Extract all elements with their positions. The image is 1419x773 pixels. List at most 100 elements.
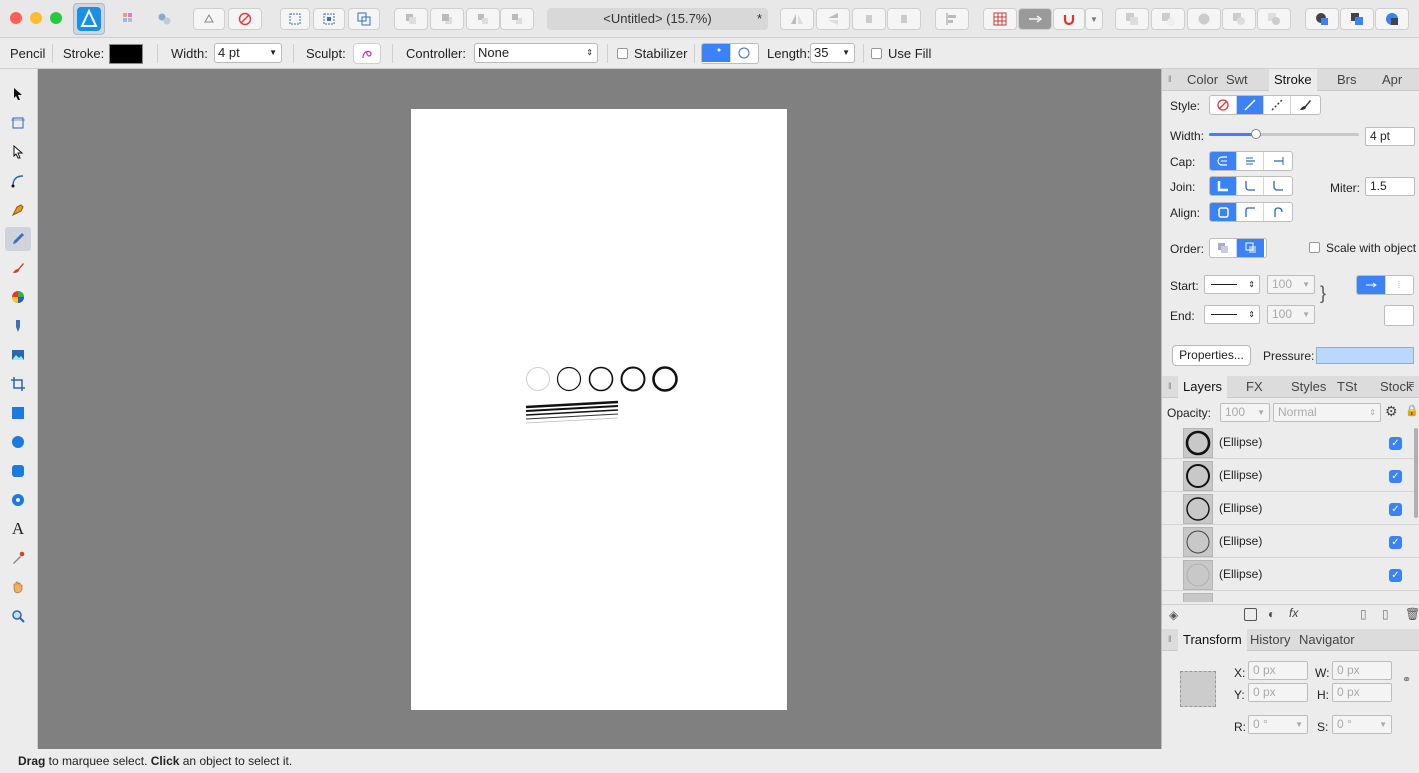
- rope-mode-icon[interactable]: [702, 44, 731, 62]
- boolean-divide-button[interactable]: [1257, 8, 1291, 30]
- crop-tool[interactable]: [5, 372, 31, 396]
- visibility-checkbox[interactable]: ✓: [1389, 569, 1402, 582]
- close-window-button[interactable]: [10, 12, 22, 24]
- length-dropdown[interactable]: 35 ▼: [810, 43, 855, 63]
- drag-handle-icon[interactable]: ‖: [1168, 634, 1172, 644]
- tab-transform[interactable]: Transform: [1178, 629, 1247, 651]
- document-title-tab[interactable]: <Untitled> (15.7%) *: [547, 8, 768, 30]
- ellipse-shape[interactable]: [620, 366, 646, 392]
- add-group-icon[interactable]: ▯: [1382, 607, 1389, 621]
- shape-tool[interactable]: [5, 488, 31, 512]
- drag-handle-icon[interactable]: ‖: [1168, 381, 1172, 391]
- stroke-color-swatch[interactable]: [109, 44, 143, 64]
- square-cap-icon[interactable]: [1264, 152, 1291, 170]
- place-image-tool[interactable]: [5, 343, 31, 367]
- node-tool[interactable]: [5, 140, 31, 164]
- tab-text-styles[interactable]: TSt: [1332, 376, 1362, 398]
- no-stroke-icon[interactable]: [1210, 96, 1237, 114]
- dashed-line-icon[interactable]: [1264, 96, 1291, 114]
- canvas-area[interactable]: [38, 69, 1161, 749]
- stroke-front-icon[interactable]: [1237, 239, 1264, 257]
- layer-row[interactable]: [1162, 591, 1419, 602]
- flip-horizontal-button[interactable]: [780, 8, 814, 30]
- ellipse-shape[interactable]: [556, 366, 582, 392]
- tab-layers[interactable]: Layers: [1178, 376, 1228, 398]
- width-slider-knob[interactable]: [1250, 129, 1261, 139]
- mask-icon[interactable]: [1244, 608, 1257, 621]
- pixel-persona-button[interactable]: [117, 8, 141, 30]
- insert-behind-button[interactable]: [1340, 8, 1374, 30]
- boolean-add-button[interactable]: [1115, 8, 1149, 30]
- width-slider[interactable]: [1209, 129, 1359, 139]
- ellipse-shape[interactable]: [526, 367, 550, 391]
- layer-row[interactable]: (Ellipse) ✓: [1162, 558, 1419, 591]
- properties-button[interactable]: Properties...: [1172, 345, 1251, 366]
- tab-color[interactable]: Color: [1182, 69, 1223, 91]
- layer-stack-icon[interactable]: ◈: [1169, 608, 1178, 622]
- boolean-intersect-button[interactable]: [1187, 8, 1221, 30]
- rotate-left-button[interactable]: [852, 8, 886, 30]
- visibility-checkbox[interactable]: ✓: [1389, 437, 1402, 450]
- pressure-graph[interactable]: [1316, 347, 1414, 364]
- width-field[interactable]: 4 pt: [1365, 127, 1415, 146]
- stroke-style-toggle[interactable]: [1209, 95, 1321, 115]
- layer-row[interactable]: (Ellipse) ✓: [1162, 525, 1419, 558]
- transparency-tool[interactable]: [5, 314, 31, 338]
- drag-handle-icon[interactable]: ‖: [1168, 74, 1172, 84]
- end-arrowhead-select[interactable]: ⇕: [1204, 305, 1260, 324]
- artboard-tool[interactable]: [5, 111, 31, 135]
- h-field[interactable]: 0 px: [1332, 683, 1392, 702]
- controller-dropdown[interactable]: None ⇕: [474, 43, 598, 63]
- tab-brushes[interactable]: Brs: [1332, 69, 1362, 91]
- miter-field[interactable]: 1.5: [1365, 177, 1415, 196]
- fx-icon[interactable]: fx: [1289, 606, 1298, 620]
- tab-swatches[interactable]: Swt: [1221, 69, 1253, 91]
- sculpt-button[interactable]: [353, 43, 381, 64]
- align-center-icon[interactable]: [1237, 203, 1264, 221]
- width-dropdown[interactable]: 4 pt ▼: [214, 43, 282, 63]
- corner-tool[interactable]: [5, 169, 31, 193]
- join-toggle[interactable]: [1209, 176, 1293, 196]
- stroke-align-toggle[interactable]: [1209, 202, 1293, 222]
- start-size-field[interactable]: 100 ▼: [1267, 275, 1315, 294]
- tab-styles[interactable]: Styles: [1286, 376, 1331, 398]
- rounded-rectangle-tool[interactable]: [5, 459, 31, 483]
- end-size-field[interactable]: 100 ▼: [1267, 305, 1315, 324]
- zoom-tool[interactable]: [5, 604, 31, 628]
- w-field[interactable]: 0 px: [1332, 661, 1392, 680]
- x-field[interactable]: 0 px: [1248, 661, 1308, 680]
- gear-icon[interactable]: ⚙: [1385, 403, 1398, 420]
- layer-row[interactable]: (Ellipse) ✓: [1162, 459, 1419, 492]
- boolean-subtract-button[interactable]: [1151, 8, 1185, 30]
- solid-line-icon[interactable]: [1237, 96, 1264, 114]
- flip-vertical-button[interactable]: [816, 8, 850, 30]
- arrow-inside-icon[interactable]: [1386, 276, 1414, 294]
- order-toggle[interactable]: [1209, 238, 1267, 258]
- ellipse-tool[interactable]: [5, 430, 31, 454]
- visibility-checkbox[interactable]: ✓: [1389, 503, 1402, 516]
- color-picker-tool[interactable]: [5, 546, 31, 570]
- boolean-xor-button[interactable]: [1222, 8, 1256, 30]
- link-icon[interactable]: ⚭: [1402, 673, 1411, 686]
- fill-tool[interactable]: [5, 285, 31, 309]
- trash-icon[interactable]: 🗑: [1405, 607, 1419, 621]
- export-persona-button[interactable]: [152, 8, 176, 30]
- move-to-back-button[interactable]: [466, 8, 500, 30]
- butt-cap-icon[interactable]: [1237, 152, 1264, 170]
- stabilizer-mode-toggle[interactable]: [701, 43, 759, 64]
- snap-to-grid-button[interactable]: [983, 8, 1017, 30]
- tab-navigator[interactable]: Navigator: [1294, 629, 1360, 651]
- start-arrowhead-select[interactable]: ⇕: [1204, 275, 1260, 294]
- minimize-window-button[interactable]: [30, 12, 42, 24]
- lock-icon[interactable]: 🔒: [1405, 404, 1419, 417]
- document-page[interactable]: [411, 109, 787, 710]
- anchor-point-selector[interactable]: [1180, 671, 1216, 707]
- move-back-button[interactable]: [394, 8, 428, 30]
- layers-scrollbar[interactable]: [1414, 428, 1418, 518]
- pen-tool[interactable]: [5, 198, 31, 222]
- y-field[interactable]: 0 px: [1248, 683, 1308, 702]
- arrow-extend-icon[interactable]: [1357, 276, 1386, 294]
- rotation-field[interactable]: 0 ° ▼: [1248, 715, 1308, 734]
- layer-row[interactable]: (Ellipse) ✓: [1162, 492, 1419, 525]
- move-forward-button[interactable]: [430, 8, 464, 30]
